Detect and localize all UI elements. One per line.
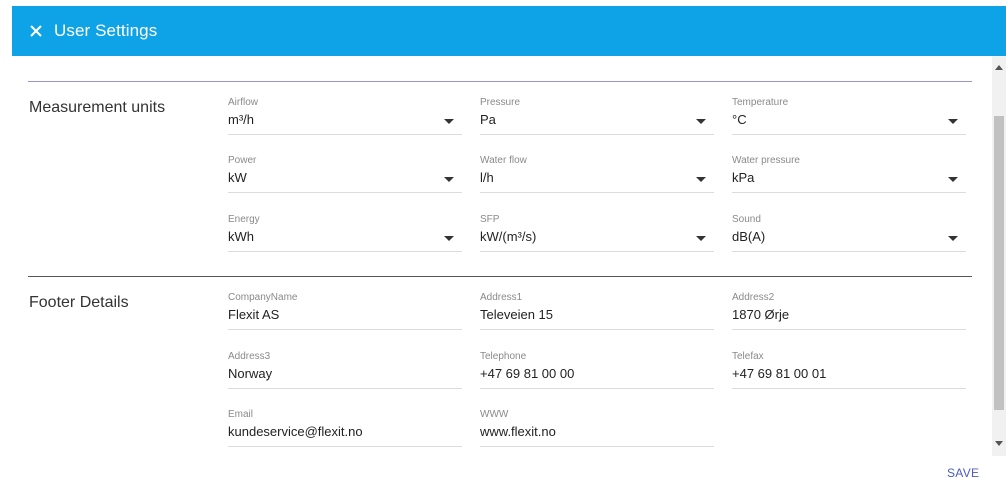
power-select[interactable]: Power kW (228, 155, 462, 201)
field-label: Power (228, 155, 257, 166)
field-underline (480, 446, 714, 447)
dropdown-arrow-icon (444, 236, 454, 241)
field-label: Water flow (480, 155, 527, 166)
field-underline (228, 251, 462, 252)
field-value: www.flexit.no (480, 424, 556, 439)
temperature-select[interactable]: Temperature °C (732, 97, 966, 143)
user-settings-dialog: User Settings Measurement units Airflow … (12, 6, 1006, 487)
field-label: Address1 (480, 292, 523, 303)
address3-field[interactable]: Address3 Norway (228, 351, 462, 397)
close-icon (30, 25, 42, 37)
field-value: +47 69 81 00 01 (732, 366, 827, 381)
sound-select[interactable]: Sound dB(A) (732, 214, 966, 260)
section-divider (28, 276, 972, 277)
field-label: CompanyName (228, 292, 298, 303)
section-title-footer: Footer Details (29, 294, 129, 311)
field-underline (228, 446, 462, 447)
field-value: kPa (732, 170, 755, 185)
field-label: SFP (480, 214, 500, 225)
field-label: Water pressure (732, 155, 800, 166)
energy-select[interactable]: Energy kWh (228, 214, 462, 260)
field-underline (732, 329, 966, 330)
field-underline (480, 192, 714, 193)
field-label: Sound (732, 214, 761, 225)
field-value: °C (732, 112, 747, 127)
dialog-header: User Settings (12, 6, 1006, 56)
dropdown-arrow-icon (948, 177, 958, 182)
field-underline (480, 134, 714, 135)
field-label: Telefax (732, 351, 764, 362)
dropdown-arrow-icon (444, 119, 454, 124)
scrollbar-thumb[interactable] (994, 116, 1004, 410)
field-underline (732, 192, 966, 193)
address2-field[interactable]: Address2 1870 Ørje (732, 292, 966, 338)
field-value: kW/(m³/s) (480, 229, 537, 244)
section-title-measurement: Measurement units (29, 99, 166, 116)
field-value: dB(A) (732, 229, 766, 244)
field-label: Address3 (228, 351, 271, 362)
field-label: Pressure (480, 97, 521, 108)
field-underline (732, 134, 966, 135)
field-label: Email (228, 409, 254, 420)
divider (28, 81, 972, 82)
email-field[interactable]: Email kundeservice@flexit.no (228, 409, 462, 455)
close-button[interactable] (26, 19, 48, 43)
field-value: m³/h (228, 112, 254, 127)
pressure-select[interactable]: Pressure Pa (480, 97, 714, 143)
airflow-select[interactable]: Airflow m³/h (228, 97, 462, 143)
field-value: kWh (228, 229, 254, 244)
dialog-title: User Settings (54, 21, 158, 40)
field-underline (228, 388, 462, 389)
scroll-down-arrow-icon[interactable] (995, 441, 1003, 446)
vertical-scrollbar[interactable] (992, 56, 1006, 456)
field-underline (480, 388, 714, 389)
dropdown-arrow-icon (948, 236, 958, 241)
field-value: Norway (228, 366, 273, 381)
company-name-field[interactable]: CompanyName Flexit AS (228, 292, 462, 338)
dropdown-arrow-icon (948, 119, 958, 124)
field-underline (732, 388, 966, 389)
dropdown-arrow-icon (696, 236, 706, 241)
settings-content: Measurement units Airflow m³/h Pressure … (12, 56, 992, 456)
field-value: Pa (480, 112, 496, 127)
sfp-select[interactable]: SFP kW/(m³/s) (480, 214, 714, 260)
address1-field[interactable]: Address1 Televeien 15 (480, 292, 714, 338)
water-pressure-select[interactable]: Water pressure kPa (732, 155, 966, 201)
field-underline (480, 329, 714, 330)
field-underline (228, 329, 462, 330)
field-label: Airflow (228, 97, 259, 108)
field-underline (480, 251, 714, 252)
field-value: +47 69 81 00 00 (480, 366, 575, 381)
field-label: Address2 (732, 292, 775, 303)
dropdown-arrow-icon (696, 119, 706, 124)
scroll-up-arrow-icon[interactable] (995, 65, 1003, 70)
field-value: 1870 Ørje (732, 307, 790, 322)
telephone-field[interactable]: Telephone +47 69 81 00 00 (480, 351, 714, 397)
field-value: l/h (480, 170, 494, 185)
dropdown-arrow-icon (696, 177, 706, 182)
field-underline (732, 251, 966, 252)
save-button[interactable]: SAVE (947, 466, 979, 480)
field-label: Temperature (732, 97, 789, 108)
telefax-field[interactable]: Telefax +47 69 81 00 01 (732, 351, 966, 397)
www-field[interactable]: WWW www.flexit.no (480, 409, 714, 455)
field-underline (228, 134, 462, 135)
dropdown-arrow-icon (444, 177, 454, 182)
field-value: Televeien 15 (480, 307, 553, 322)
field-label: Telephone (480, 351, 527, 362)
field-value: kundeservice@flexit.no (228, 424, 363, 439)
field-value: kW (228, 170, 247, 185)
water-flow-select[interactable]: Water flow l/h (480, 155, 714, 201)
field-label: WWW (480, 409, 509, 420)
field-label: Energy (228, 214, 260, 225)
field-underline (228, 192, 462, 193)
field-value: Flexit AS (228, 307, 280, 322)
